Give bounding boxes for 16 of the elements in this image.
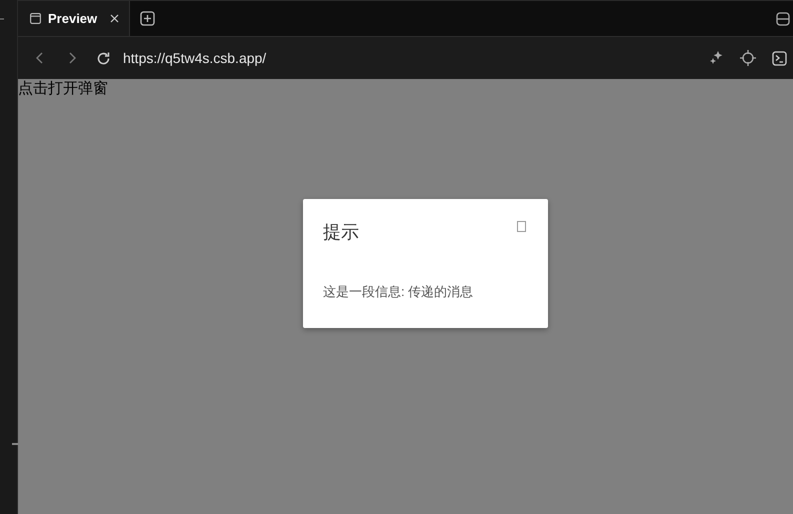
tab-label: Preview bbox=[48, 10, 98, 28]
open-dialog-link[interactable]: 点击打开弹窗 bbox=[18, 79, 108, 98]
dialog-message: 这是一段信息: 传递的消息 bbox=[323, 283, 474, 301]
address-field[interactable]: https://q5tw4s.csb.app/ bbox=[123, 46, 708, 70]
add-tab-icon[interactable] bbox=[140, 11, 156, 26]
dialog-title: 提示 bbox=[323, 221, 359, 244]
resize-handle-icon[interactable] bbox=[12, 443, 18, 446]
sparkle-icon[interactable] bbox=[708, 50, 724, 66]
split-view-icon[interactable] bbox=[776, 12, 790, 26]
tab[interactable]: Preview bbox=[18, 1, 130, 36]
collapse-icon[interactable] bbox=[0, 17, 4, 21]
reload-icon[interactable] bbox=[96, 50, 111, 66]
terminal-icon[interactable] bbox=[772, 50, 787, 66]
close-icon[interactable] bbox=[110, 14, 120, 23]
crosshair-icon[interactable] bbox=[740, 50, 756, 66]
window-icon bbox=[30, 13, 41, 24]
